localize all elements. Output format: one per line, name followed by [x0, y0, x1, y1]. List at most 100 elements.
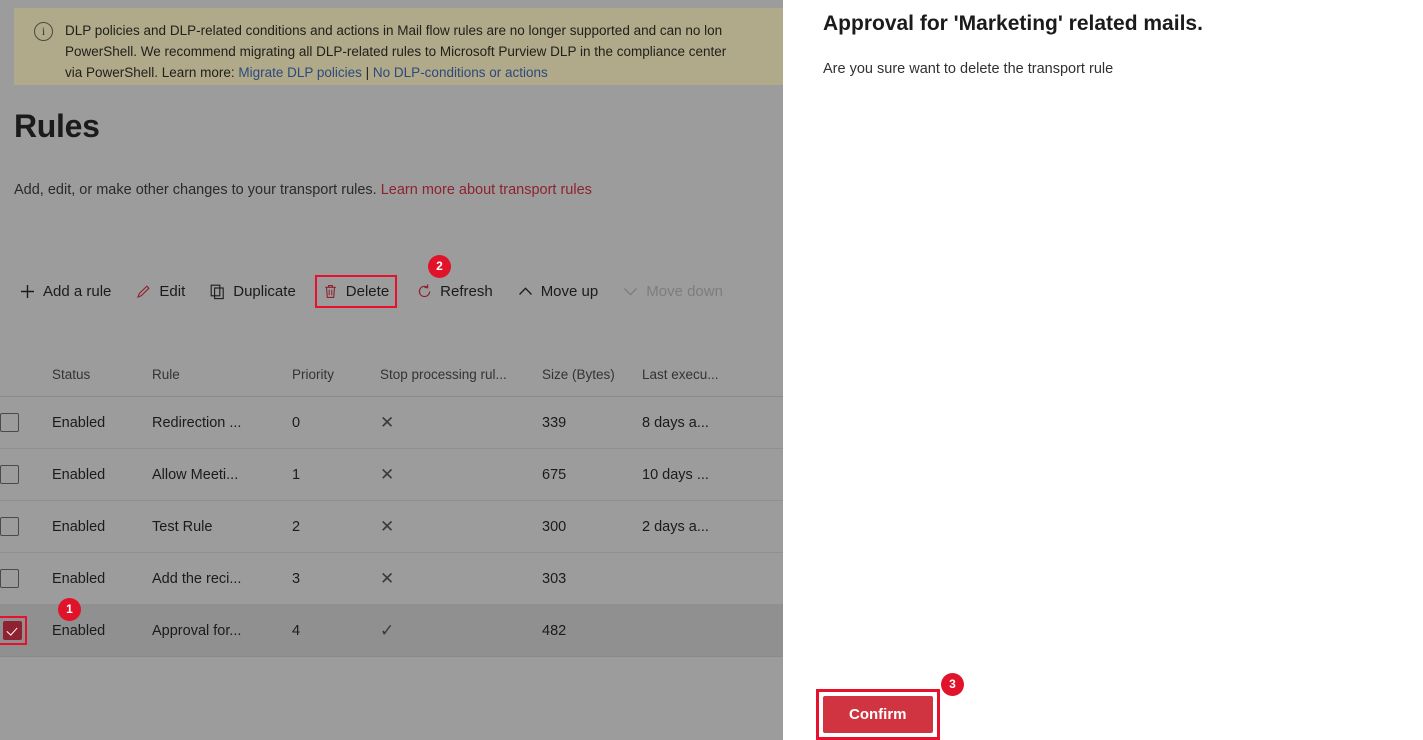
plus-icon	[19, 283, 36, 300]
edit-label: Edit	[159, 282, 186, 300]
refresh-icon	[416, 283, 433, 300]
banner-line-3-prefix: via PowerShell. Learn more:	[65, 65, 239, 80]
row-checkbox-checked[interactable]	[3, 621, 22, 640]
command-bar: Add a rule Edit Duplicate Delete Refresh	[0, 265, 783, 317]
cell-size: 339	[542, 414, 567, 431]
no-dlp-conditions-link[interactable]: No DLP-conditions or actions	[373, 65, 548, 80]
chevron-down-icon	[622, 283, 639, 300]
cell-last-execution: 8 days a...	[642, 414, 709, 431]
cell-last-execution: 10 days ...	[642, 466, 709, 483]
banner-link-separator: |	[361, 65, 373, 80]
column-header-stop-processing[interactable]: Stop processing rul...	[380, 367, 542, 382]
edit-button[interactable]: Edit	[132, 279, 188, 304]
migrate-dlp-policies-link[interactable]: Migrate DLP policies	[238, 65, 362, 80]
cell-status: Enabled	[52, 414, 106, 431]
cell-priority: 3	[292, 570, 301, 587]
move-up-label: Move up	[540, 282, 599, 300]
add-a-rule-button[interactable]: Add a rule	[16, 279, 114, 304]
column-header-priority[interactable]: Priority	[292, 367, 380, 382]
table-row[interactable]: Enabled Add the reci... 3 ✕ 303	[0, 553, 783, 605]
cell-rule: Approval for...	[152, 622, 242, 639]
learn-more-transport-rules-link[interactable]: Learn more about transport rules	[381, 182, 592, 198]
cell-stop-processing: ✕	[380, 413, 395, 432]
column-header-status[interactable]: Status	[52, 367, 152, 382]
checkbox-wrap[interactable]	[0, 465, 19, 484]
cell-rule: Test Rule	[152, 518, 213, 535]
row-checkbox[interactable]	[0, 413, 19, 432]
chevron-up-icon	[517, 283, 534, 300]
table-row[interactable]: Enabled Allow Meeti... 1 ✕ 675 10 days .…	[0, 449, 783, 501]
banner-line-2: PowerShell. We recommend migrating all D…	[65, 44, 727, 59]
trash-icon	[322, 283, 339, 300]
cell-stop-processing: ✕	[380, 465, 395, 484]
banner-line-3: via PowerShell. Learn more: Migrate DLP …	[65, 62, 726, 83]
row-checkbox[interactable]	[0, 569, 19, 588]
row-checkbox-cell[interactable]	[0, 616, 52, 645]
pencil-icon	[135, 283, 152, 300]
cell-priority: 2	[292, 518, 301, 535]
cell-priority: 0	[292, 414, 301, 431]
rules-table: Status Rule Priority Stop processing rul…	[0, 352, 783, 657]
cell-status: Enabled	[52, 466, 106, 483]
checkbox-wrap-highlighted[interactable]	[0, 616, 27, 645]
cell-priority: 4	[292, 622, 301, 639]
cell-rule: Redirection ...	[152, 414, 242, 431]
cell-size: 675	[542, 466, 567, 483]
move-down-label: Move down	[646, 282, 723, 300]
cell-size: 303	[542, 570, 567, 587]
cell-rule: Add the reci...	[152, 570, 242, 587]
banner-text: DLP policies and DLP-related conditions …	[65, 20, 726, 83]
table-row-selected[interactable]: Enabled Approval for... 4 ✓ 482	[0, 605, 783, 657]
cell-status: Enabled	[52, 622, 106, 639]
cell-stop-processing: ✕	[380, 517, 395, 536]
copy-icon	[209, 283, 226, 300]
left-edge-strip	[0, 0, 14, 93]
banner-line-1: DLP policies and DLP-related conditions …	[65, 23, 723, 38]
refresh-label: Refresh	[440, 282, 493, 300]
page-subtitle-text: Add, edit, or make other changes to your…	[14, 182, 381, 198]
delete-button[interactable]: Delete	[314, 274, 398, 308]
column-header-rule[interactable]: Rule	[152, 367, 292, 382]
checkbox-wrap[interactable]	[0, 413, 19, 432]
move-up-button[interactable]: Move up	[514, 279, 602, 304]
rules-page-backdrop: i DLP policies and DLP-related condition…	[0, 0, 783, 740]
panel-title: Approval for 'Marketing' related mails.	[823, 12, 1203, 35]
duplicate-button[interactable]: Duplicate	[206, 279, 299, 304]
step-badge-2: 2	[428, 255, 451, 278]
checkbox-wrap[interactable]	[0, 517, 19, 536]
page-title: Rules	[14, 108, 100, 144]
delete-label: Delete	[345, 282, 390, 300]
column-header-last-execution[interactable]: Last execu...	[642, 367, 752, 382]
cell-size: 482	[542, 622, 567, 639]
column-header-size[interactable]: Size (Bytes)	[542, 367, 642, 382]
dlp-info-banner: i DLP policies and DLP-related condition…	[14, 8, 783, 85]
row-checkbox[interactable]	[0, 517, 19, 536]
cell-priority: 1	[292, 466, 301, 483]
delete-confirmation-panel: Approval for 'Marketing' related mails. …	[783, 0, 1423, 740]
step-badge-1: 1	[58, 598, 81, 621]
confirm-button-highlight: Confirm	[816, 689, 940, 740]
row-checkbox[interactable]	[0, 465, 19, 484]
checkbox-wrap[interactable]	[0, 569, 19, 588]
add-a-rule-label: Add a rule	[43, 282, 112, 300]
cell-status: Enabled	[52, 518, 106, 535]
refresh-button[interactable]: Refresh	[413, 279, 496, 304]
table-row[interactable]: Enabled Test Rule 2 ✕ 300 2 days a...	[0, 501, 783, 553]
row-checkbox-cell[interactable]	[0, 413, 52, 432]
panel-description: Are you sure want to delete the transpor…	[823, 61, 1114, 77]
step-badge-3: 3	[941, 673, 964, 696]
row-checkbox-cell[interactable]	[0, 569, 52, 588]
table-header-row: Status Rule Priority Stop processing rul…	[0, 352, 783, 397]
table-row[interactable]: Enabled Redirection ... 0 ✕ 339 8 days a…	[0, 397, 783, 449]
cell-status: Enabled	[52, 570, 106, 587]
duplicate-label: Duplicate	[233, 282, 296, 300]
row-checkbox-cell[interactable]	[0, 517, 52, 536]
info-icon: i	[34, 22, 53, 41]
confirm-button[interactable]: Confirm	[823, 696, 933, 733]
cell-size: 300	[542, 518, 567, 535]
row-checkbox-cell[interactable]	[0, 465, 52, 484]
move-down-button[interactable]: Move down	[619, 279, 726, 304]
cell-stop-processing: ✕	[380, 569, 395, 588]
page-subtitle: Add, edit, or make other changes to your…	[14, 182, 592, 198]
cell-last-execution: 2 days a...	[642, 518, 709, 535]
